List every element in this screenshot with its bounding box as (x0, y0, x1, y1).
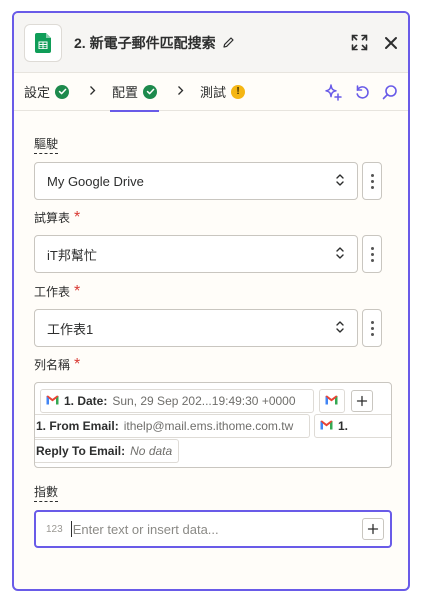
expand-icon[interactable] (351, 34, 368, 51)
insert-data-button[interactable] (362, 518, 384, 540)
step-editor-panel: 2. 新電子郵件匹配搜索 設定 配置 測試 ! 驅駛 My Google Dri… (12, 11, 410, 591)
column-name-field: 列名稱 * 1. Date: Sun, 29 Sep 202...19:49:30… (34, 356, 392, 468)
tab-configure[interactable]: 配置 (110, 73, 160, 112)
chevron-up-down-icon (335, 173, 345, 190)
chevron-up-down-icon (335, 246, 345, 263)
check-circle-icon (55, 84, 70, 99)
column-name-mapping-input[interactable]: 1. Date: Sun, 29 Sep 202...19:49:30 +000… (34, 382, 392, 468)
index-placeholder: Enter text or insert data... (72, 521, 219, 537)
close-icon[interactable] (384, 36, 398, 50)
tab-label: 配置 (112, 85, 139, 100)
required-marker: * (74, 356, 81, 373)
drive-select-value: My Google Drive (47, 173, 144, 189)
data-pill[interactable] (319, 389, 345, 413)
data-pill[interactable]: 1. Date: Sun, 29 Sep 202...19:49:30 +000… (40, 389, 314, 413)
warning-icon: ! (231, 84, 246, 99)
data-pill[interactable]: Reply To Email: No data (35, 439, 179, 463)
pencil-icon[interactable] (222, 36, 235, 49)
tab-label: 設定 (24, 85, 51, 100)
tab-setup[interactable]: 設定 (24, 73, 70, 111)
drive-field: 驅駛 My Google Drive (34, 135, 382, 200)
data-pill[interactable]: 1. (314, 414, 391, 438)
sparkle-icon[interactable] (324, 83, 342, 101)
insert-data-button[interactable] (351, 390, 373, 412)
pill-value: ithelp@mail.ems.ithome.com.tw (123, 419, 294, 433)
number-type-icon: 123 (46, 523, 63, 535)
index-input[interactable]: 123 Enter text or insert data... (34, 510, 392, 548)
worksheet-label: 工作表 (34, 285, 71, 299)
step-title[interactable]: 2. 新電子郵件匹配搜索 (74, 33, 235, 53)
index-label: 指數 (34, 483, 59, 502)
pill-key: 1. (338, 419, 349, 433)
index-field: 指數 123 Enter text or insert data... (34, 483, 392, 548)
more-options-icon[interactable] (362, 235, 382, 273)
pill-value: No data (130, 444, 173, 458)
chevron-right-icon (89, 85, 96, 99)
spreadsheet-field: 試算表 * iT邦幫忙 (34, 209, 382, 273)
chevron-right-icon (177, 85, 184, 99)
gmail-icon (46, 394, 59, 408)
worksheet-field: 工作表 * 工作表1 (34, 283, 382, 347)
drive-select[interactable]: My Google Drive (34, 162, 358, 200)
required-marker: * (74, 209, 81, 226)
tab-test[interactable]: 測試 ! (200, 73, 246, 111)
check-circle-icon (143, 84, 158, 99)
spreadsheet-select-value: iT邦幫忙 (47, 247, 97, 263)
spreadsheet-select[interactable]: iT邦幫忙 (34, 235, 358, 273)
gmail-icon (325, 394, 338, 408)
search-icon[interactable] (382, 84, 398, 100)
required-marker: * (74, 283, 81, 300)
pill-key: 1. Date: (64, 394, 108, 408)
step-tabs: 設定 配置 測試 ! (14, 73, 408, 112)
step-header: 2. 新電子郵件匹配搜索 (14, 13, 408, 73)
step-title-text: 2. 新電子郵件匹配搜索 (74, 34, 216, 51)
text-cursor (70, 521, 72, 537)
chevron-up-down-icon (335, 320, 345, 337)
refresh-icon[interactable] (354, 84, 370, 100)
drive-label: 驅駛 (34, 135, 59, 154)
data-pill[interactable]: 1. From Email: ithelp@mail.ems.ithome.co… (35, 414, 310, 438)
more-options-icon[interactable] (362, 309, 382, 347)
more-options-icon[interactable] (362, 162, 382, 200)
gmail-icon (320, 419, 333, 433)
worksheet-select[interactable]: 工作表1 (34, 309, 358, 347)
column-name-label: 列名稱 (34, 358, 71, 372)
pill-key: 1. From Email: (36, 419, 119, 433)
spreadsheet-label: 試算表 (34, 211, 71, 225)
google-sheets-icon (24, 23, 62, 62)
pill-value: Sun, 29 Sep 202...19:49:30 +0000 (112, 394, 296, 408)
tab-label: 測試 (200, 85, 227, 100)
worksheet-select-value: 工作表1 (47, 321, 94, 337)
pill-key: Reply To Email: (36, 444, 126, 458)
